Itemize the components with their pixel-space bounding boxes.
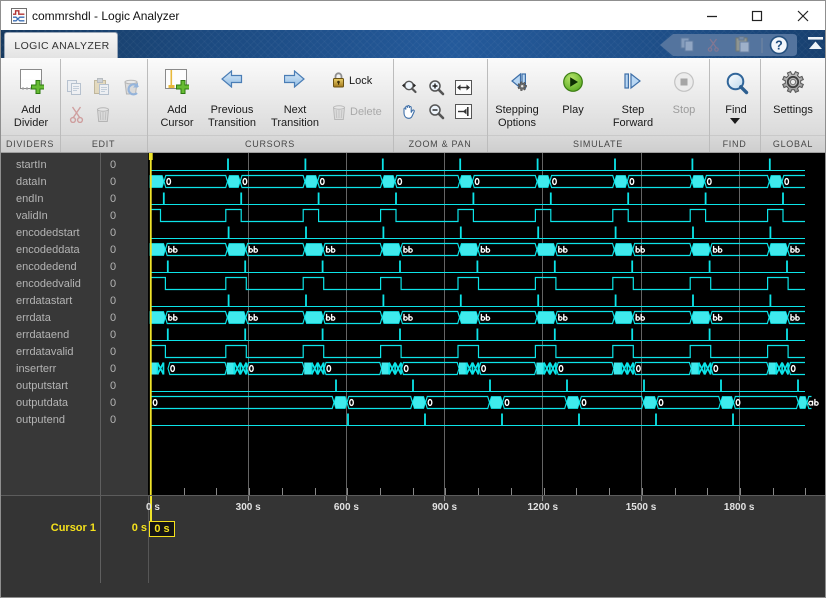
- svg-text:?: ?: [775, 39, 783, 53]
